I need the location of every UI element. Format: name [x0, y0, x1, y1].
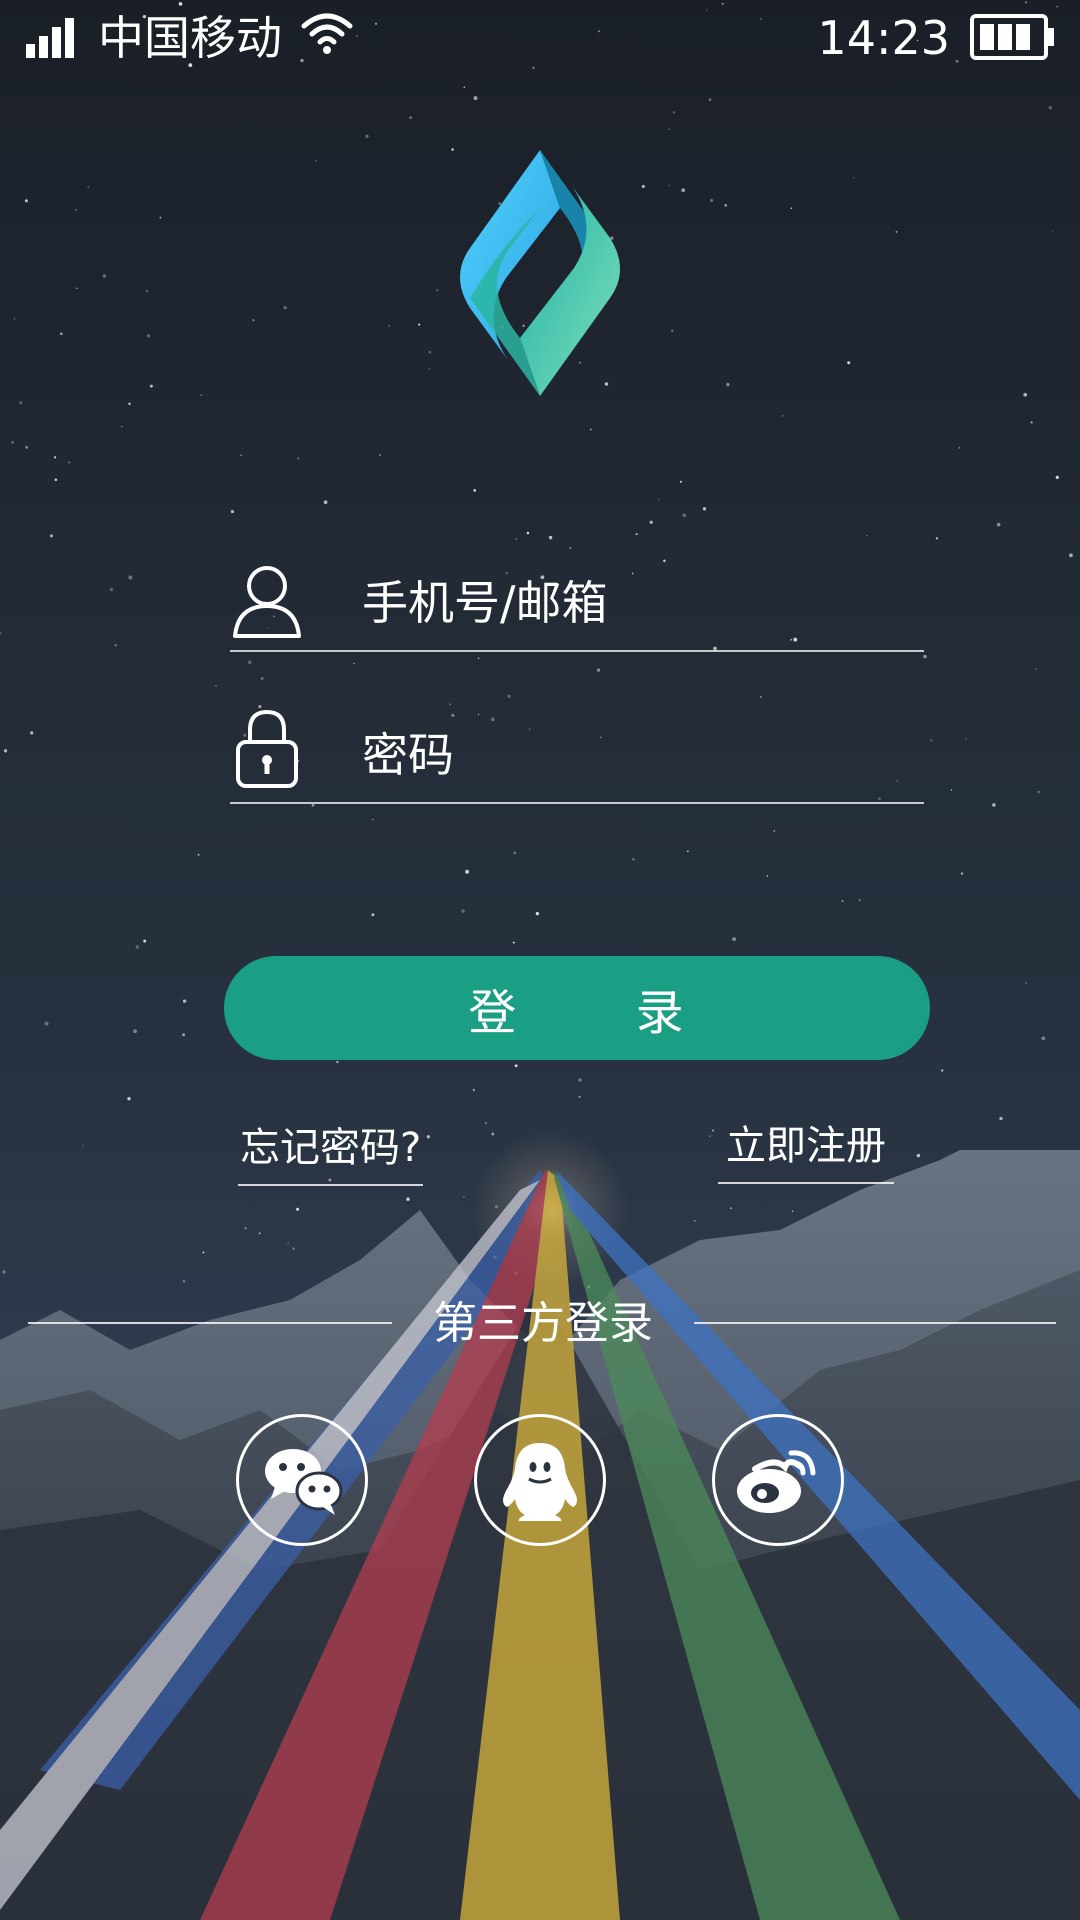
lock-icon: [236, 709, 298, 788]
signal-icon: [26, 18, 74, 58]
wifi-icon: [301, 13, 353, 54]
forgot-password-link[interactable]: 忘记密码?: [238, 1120, 424, 1186]
wechat-login-button[interactable]: [236, 1414, 368, 1546]
weibo-icon: [737, 1450, 816, 1513]
username-field[interactable]: [230, 560, 924, 652]
user-icon: [233, 566, 301, 638]
login-button[interactable]: 登 录: [224, 956, 930, 1060]
qq-login-button[interactable]: [474, 1414, 606, 1546]
register-link[interactable]: 立即注册: [718, 1118, 894, 1184]
divider-line-left: [28, 1322, 392, 1324]
qq-icon: [503, 1443, 577, 1521]
third-party-login-title: 第三方登录: [433, 1298, 653, 1349]
app-logo: [460, 150, 620, 396]
third-party-login-divider: 第三方登录: [0, 1296, 1080, 1356]
wechat-icon: [265, 1449, 343, 1515]
divider-line-right: [694, 1322, 1056, 1324]
carrier-name: 中国移动: [98, 11, 282, 65]
password-input[interactable]: [360, 718, 914, 792]
battery-icon: [970, 14, 1054, 60]
clock: 14:23: [817, 11, 950, 65]
username-input[interactable]: [360, 566, 914, 640]
password-field[interactable]: [230, 709, 924, 804]
status-bar: 中国移动 14:23: [0, 0, 1080, 76]
weibo-login-button[interactable]: [712, 1414, 844, 1546]
